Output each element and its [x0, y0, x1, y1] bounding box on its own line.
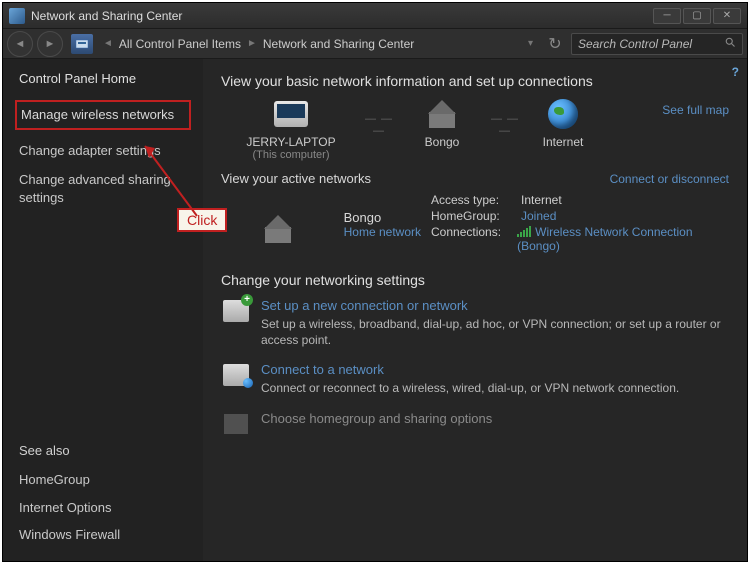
network-node-computer: JERRY-LAPTOP (This computer) — [221, 97, 361, 161]
breadcrumb-sep: ◄ — [103, 38, 113, 49]
networking-settings-section: Change your networking settings Set up a… — [221, 272, 729, 437]
address-icon[interactable] — [71, 34, 93, 54]
search-placeholder: Search Control Panel — [578, 37, 720, 51]
active-networks-heading: View your active networks — [221, 171, 371, 186]
see-full-map-link[interactable]: See full map — [662, 97, 729, 117]
access-type-label: Access type: — [431, 193, 521, 207]
setting-desc: Connect or reconnect to a wireless, wire… — [261, 380, 729, 396]
active-network-details: Access type: Internet HomeGroup: Joined … — [431, 192, 729, 254]
maximize-button[interactable]: ▢ — [683, 8, 711, 24]
setting-title[interactable]: Choose homegroup and sharing options — [261, 411, 729, 426]
networking-settings-heading: Change your networking settings — [221, 272, 729, 288]
node-sublabel: (This computer) — [221, 149, 361, 161]
breadcrumb-item[interactable]: Network and Sharing Center — [263, 37, 414, 51]
active-network-name: Bongo — [344, 210, 421, 225]
annotation-click-callout: Click — [177, 208, 227, 232]
house-icon — [261, 215, 295, 243]
refresh-button[interactable]: ↻ — [543, 34, 567, 54]
access-type-value: Internet — [521, 193, 562, 207]
help-icon[interactable]: ? — [732, 65, 739, 79]
network-map: JERRY-LAPTOP (This computer) — — — Bongo… — [221, 97, 729, 161]
network-node-router: Bongo — [397, 97, 487, 149]
window: Network and Sharing Center ─ ▢ ✕ ◄ ► ◄ A… — [2, 2, 748, 562]
sidebar-home[interactable]: Control Panel Home — [19, 71, 187, 86]
breadcrumb-sep: ► — [247, 38, 257, 49]
search-input[interactable]: Search Control Panel — [571, 33, 743, 55]
back-button[interactable]: ◄ — [7, 31, 33, 57]
network-node-internet: Internet — [523, 97, 603, 149]
navbar: ◄ ► ◄ All Control Panel Items ► Network … — [3, 29, 747, 59]
app-icon — [9, 8, 25, 24]
setting-desc: Set up a wireless, broadband, dial-up, a… — [261, 316, 729, 348]
setting-title[interactable]: Connect to a network — [261, 362, 729, 377]
node-label: JERRY-LAPTOP — [221, 135, 361, 149]
sidebar-item-adapter-settings[interactable]: Change adapter settings — [19, 136, 187, 166]
search-icon — [724, 36, 736, 51]
setting-title[interactable]: Set up a new connection or network — [261, 298, 729, 313]
titlebar: Network and Sharing Center ─ ▢ ✕ — [3, 3, 747, 29]
window-title: Network and Sharing Center — [31, 9, 653, 23]
node-label: Internet — [523, 135, 603, 149]
sidebar-item-firewall[interactable]: Windows Firewall — [19, 521, 187, 549]
breadcrumb[interactable]: ◄ All Control Panel Items ► Network and … — [97, 37, 539, 51]
forward-button[interactable]: ► — [37, 31, 63, 57]
active-network-type-link[interactable]: Home network — [344, 225, 421, 239]
sidebar-seealso-heading: See also — [19, 443, 187, 458]
house-icon — [425, 100, 459, 128]
node-label: Bongo — [397, 135, 487, 149]
setup-connection-icon — [223, 300, 249, 322]
main-panel: ? View your basic network information an… — [203, 59, 747, 561]
active-network-identity: Bongo Home network — [221, 192, 421, 254]
sidebar: Control Panel Home Manage wireless netwo… — [3, 59, 203, 561]
signal-bars-icon — [517, 226, 531, 237]
connection-link[interactable]: Wireless Network Connection (Bongo) — [517, 225, 729, 253]
content: Control Panel Home Manage wireless netwo… — [3, 59, 747, 561]
sidebar-item-advanced-sharing[interactable]: Change advanced sharing settings — [19, 165, 187, 212]
connect-network-icon — [223, 364, 249, 386]
connections-label: Connections: — [431, 225, 517, 253]
breadcrumb-dropdown-icon[interactable]: ▾ — [528, 38, 533, 49]
homegroup-link[interactable]: Joined — [521, 209, 556, 223]
computer-icon — [274, 101, 308, 127]
setting-homegroup-options[interactable]: Choose homegroup and sharing options — [221, 411, 729, 437]
connect-disconnect-link[interactable]: Connect or disconnect — [610, 172, 729, 186]
minimize-button[interactable]: ─ — [653, 8, 681, 24]
setting-setup-connection[interactable]: Set up a new connection or network Set u… — [221, 298, 729, 348]
breadcrumb-item[interactable]: All Control Panel Items — [119, 37, 241, 51]
page-title: View your basic network information and … — [221, 73, 729, 89]
sidebar-item-internet-options[interactable]: Internet Options — [19, 494, 187, 522]
setting-connect-network[interactable]: Connect to a network Connect or reconnec… — [221, 362, 729, 396]
close-button[interactable]: ✕ — [713, 8, 741, 24]
sidebar-item-homegroup[interactable]: HomeGroup — [19, 466, 187, 494]
connection-line: — — — — [487, 97, 523, 137]
connection-line: — — — — [361, 97, 397, 137]
sidebar-item-manage-wireless[interactable]: Manage wireless networks — [15, 100, 191, 130]
annotation-label: Click — [177, 208, 227, 232]
homegroup-label: HomeGroup: — [431, 209, 521, 223]
active-networks-section: View your active networks Connect or dis… — [221, 171, 729, 254]
homegroup-icon — [224, 414, 248, 434]
globe-icon — [548, 99, 578, 129]
